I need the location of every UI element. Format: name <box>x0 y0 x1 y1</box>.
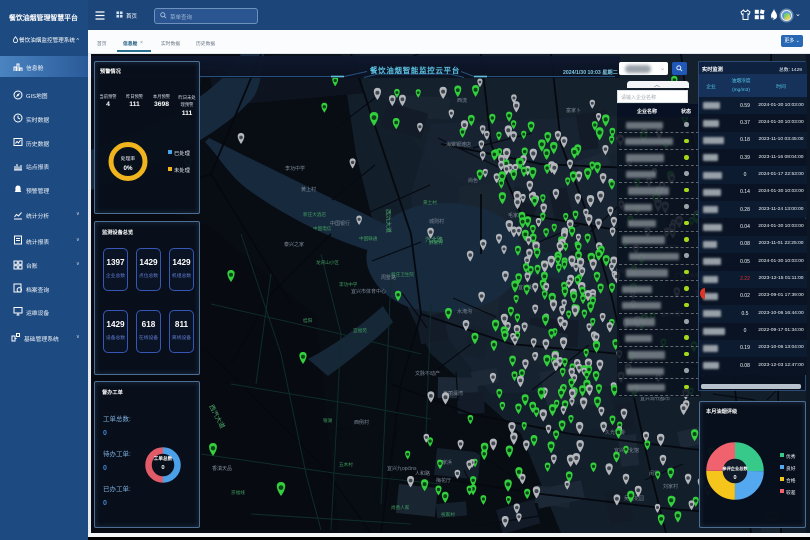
svg-text:汽北路: 汽北路 <box>425 236 443 244</box>
svg-text:城则村: 城则村 <box>429 218 444 225</box>
svg-text:尚色: 尚色 <box>468 177 478 184</box>
svg-text:尚善人家: 尚善人家 <box>391 504 410 511</box>
svg-text:宜兴市体育中心: 宜兴市体育中心 <box>351 288 386 295</box>
svg-text:李功中学: 李功中学 <box>285 165 305 172</box>
svg-text:人和路: 人和路 <box>415 470 430 477</box>
svg-text:水淹沟: 水淹沟 <box>457 308 472 315</box>
svg-text:新庄卫生院: 新庄卫生院 <box>391 271 414 278</box>
svg-text:宜福苑: 宜福苑 <box>353 327 367 334</box>
svg-text:五木村: 五木村 <box>339 461 353 468</box>
svg-text:中国电信: 中国电信 <box>313 225 332 232</box>
svg-text:梅花厅: 梅花厅 <box>436 477 451 484</box>
svg-text:海聚银滩店: 海聚银滩店 <box>446 141 471 148</box>
svg-text:黄土村: 黄土村 <box>423 199 437 206</box>
svg-text:李功中学: 李功中学 <box>339 281 358 288</box>
svg-text:泰兴之家: 泰兴之家 <box>284 241 304 248</box>
svg-text:银湖: 银湖 <box>323 417 333 424</box>
svg-text:富家卜: 富家卜 <box>566 107 581 114</box>
svg-text:中国银行: 中国银行 <box>330 220 350 227</box>
svg-text:中国联通: 中国联通 <box>359 235 378 242</box>
svg-text:宜兴九općins: 宜兴九općins <box>387 465 417 472</box>
svg-text:西流: 西流 <box>457 97 467 104</box>
svg-text:久光村委: 久光村委 <box>605 429 625 436</box>
svg-text:文脉不动产: 文脉不动产 <box>415 370 440 377</box>
svg-text:刘家村: 刘家村 <box>663 483 678 490</box>
svg-text:桂阳: 桂阳 <box>303 317 313 324</box>
svg-text:祝家村: 祝家村 <box>441 511 455 518</box>
svg-text:龙背山小区: 龙背山小区 <box>316 259 339 266</box>
svg-text:西例村: 西例村 <box>354 419 369 426</box>
svg-text:黄上村: 黄上村 <box>301 186 316 193</box>
svg-text:新庄大酒店: 新庄大酒店 <box>303 211 326 218</box>
svg-text:香滇天品: 香滇天品 <box>212 465 232 472</box>
svg-text:京福线: 京福线 <box>231 489 245 496</box>
